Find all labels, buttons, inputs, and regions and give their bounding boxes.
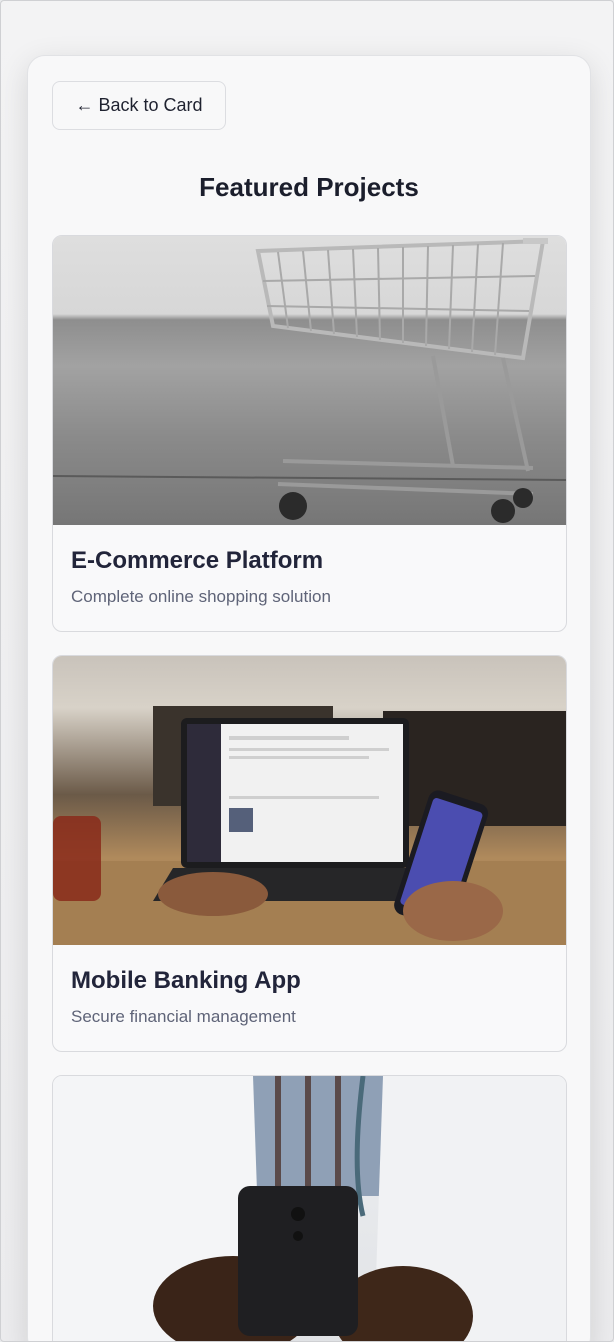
back-button-label: ← Back to Card bbox=[75, 95, 203, 115]
project-card-body: E-Commerce Platform Complete online shop… bbox=[53, 525, 566, 631]
project-description: Complete online shopping solution bbox=[71, 587, 331, 606]
project-title: Mobile Banking App bbox=[71, 967, 301, 994]
project-card-banking[interactable]: Mobile Banking App Secure financial mana… bbox=[52, 655, 567, 1052]
page-title: Featured Projects bbox=[199, 172, 419, 202]
project-title: E-Commerce Platform bbox=[71, 547, 324, 574]
project-image-banking bbox=[53, 656, 566, 945]
project-description: Secure financial management bbox=[71, 1007, 296, 1026]
project-image-health bbox=[53, 1076, 566, 1341]
app-frame: ← Back to Card Featured Projects E-Comme… bbox=[0, 0, 614, 1342]
project-card-health[interactable] bbox=[52, 1075, 567, 1341]
doctor-phone-icon bbox=[53, 1076, 566, 1341]
shopping-cart-icon bbox=[53, 238, 566, 523]
project-card-ecommerce[interactable]: E-Commerce Platform Complete online shop… bbox=[52, 235, 567, 632]
laptop-phone-icon bbox=[53, 706, 566, 945]
project-card-body: Mobile Banking App Secure financial mana… bbox=[53, 945, 566, 1051]
projects-panel: ← Back to Card Featured Projects E-Comme… bbox=[27, 55, 591, 1341]
project-image-ecommerce bbox=[53, 236, 566, 525]
back-to-card-button[interactable]: ← Back to Card bbox=[52, 81, 226, 130]
